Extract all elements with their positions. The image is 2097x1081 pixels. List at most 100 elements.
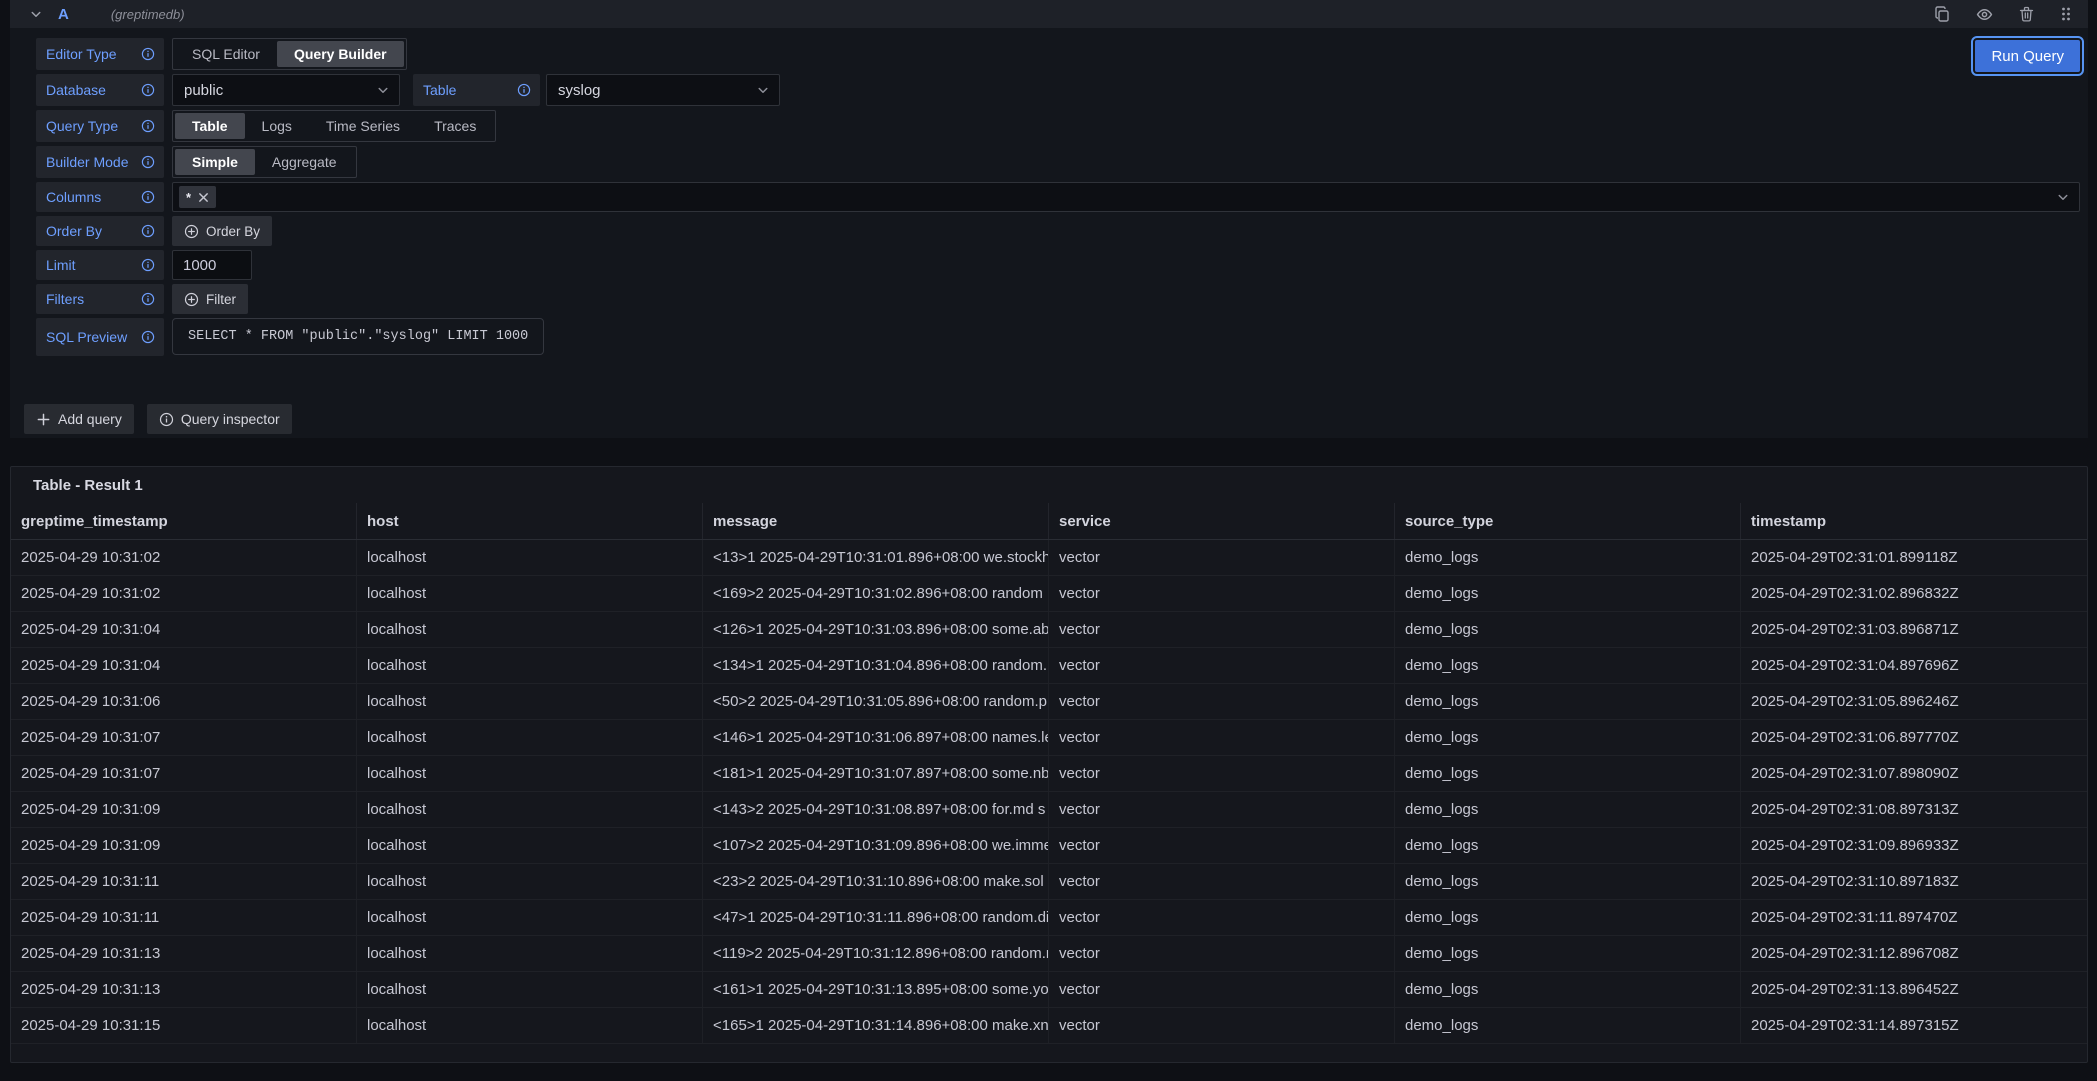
table-cell: localhost bbox=[357, 864, 703, 899]
column-header-message[interactable]: message bbox=[703, 503, 1049, 539]
column-header-timestamp[interactable]: timestamp bbox=[1741, 503, 2087, 539]
table-cell: 2025-04-29T02:31:02.896832Z bbox=[1741, 576, 2087, 611]
column-header-service[interactable]: service bbox=[1049, 503, 1395, 539]
info-icon[interactable] bbox=[141, 155, 155, 169]
table-row: 2025-04-29 10:31:11localhost<23>2 2025-0… bbox=[11, 864, 2087, 900]
panel-title: Table - Result 1 bbox=[11, 467, 2087, 503]
table-cell: 2025-04-29T02:31:08.897313Z bbox=[1741, 792, 2087, 827]
limit-row: Limit bbox=[36, 250, 2080, 280]
info-icon[interactable] bbox=[141, 47, 155, 61]
table-cell: 2025-04-29 10:31:02 bbox=[11, 576, 357, 611]
table-cell: 2025-04-29T02:31:11.897470Z bbox=[1741, 900, 2087, 935]
editor-type-group: SQL Editor Query Builder bbox=[172, 38, 407, 70]
query-type-option-traces[interactable]: Traces bbox=[417, 113, 493, 139]
query-type-label: Query Type bbox=[36, 110, 164, 142]
table-cell: vector bbox=[1049, 540, 1395, 575]
collapse-chevron-icon[interactable] bbox=[30, 8, 42, 20]
table-row: 2025-04-29 10:31:04localhost<126>1 2025-… bbox=[11, 612, 2087, 648]
info-icon[interactable] bbox=[141, 83, 155, 97]
drag-handle-icon[interactable] bbox=[2060, 6, 2072, 22]
column-header-host[interactable]: host bbox=[357, 503, 703, 539]
table-cell: vector bbox=[1049, 1008, 1395, 1043]
table-cell: 2025-04-29T02:31:04.897696Z bbox=[1741, 648, 2087, 683]
table-cell: demo_logs bbox=[1395, 576, 1741, 611]
table-cell: <165>1 2025-04-29T10:31:14.896+08:00 mak… bbox=[703, 1008, 1049, 1043]
info-icon[interactable] bbox=[141, 258, 155, 272]
info-icon[interactable] bbox=[517, 83, 531, 97]
table-cell: demo_logs bbox=[1395, 684, 1741, 719]
table-cell: demo_logs bbox=[1395, 720, 1741, 755]
table-cell: demo_logs bbox=[1395, 1008, 1741, 1043]
add-query-button[interactable]: Add query bbox=[24, 404, 134, 434]
table-row: 2025-04-29 10:31:02localhost<13>1 2025-0… bbox=[11, 540, 2087, 576]
info-icon[interactable] bbox=[141, 119, 155, 133]
column-header-source_type[interactable]: source_type bbox=[1395, 503, 1741, 539]
table-cell: <47>1 2025-04-29T10:31:11.896+08:00 rand… bbox=[703, 900, 1049, 935]
table-cell: demo_logs bbox=[1395, 864, 1741, 899]
query-type-option-table[interactable]: Table bbox=[175, 113, 245, 139]
editor-type-option-sql-editor[interactable]: SQL Editor bbox=[175, 41, 277, 67]
table-row: 2025-04-29 10:31:06localhost<50>2 2025-0… bbox=[11, 684, 2087, 720]
table-cell: vector bbox=[1049, 684, 1395, 719]
datasource-name: (greptimedb) bbox=[111, 7, 185, 22]
query-ref-id[interactable]: A bbox=[58, 6, 69, 23]
database-label: Database bbox=[36, 74, 164, 106]
info-icon[interactable] bbox=[141, 330, 155, 344]
table-cell: 2025-04-29T02:31:06.897770Z bbox=[1741, 720, 2087, 755]
editor-type-label: Editor Type bbox=[36, 38, 164, 70]
table-cell: <161>1 2025-04-29T10:31:13.895+08:00 som… bbox=[703, 972, 1049, 1007]
table-row: 2025-04-29 10:31:04localhost<134>1 2025-… bbox=[11, 648, 2087, 684]
limit-input[interactable] bbox=[172, 250, 252, 280]
table-cell: <126>1 2025-04-29T10:31:03.896+08:00 som… bbox=[703, 612, 1049, 647]
query-type-option-logs[interactable]: Logs bbox=[245, 113, 309, 139]
table-cell: localhost bbox=[357, 612, 703, 647]
table-cell: <13>1 2025-04-29T10:31:01.896+08:00 we.s… bbox=[703, 540, 1049, 575]
table-cell: 2025-04-29T02:31:12.896708Z bbox=[1741, 936, 2087, 971]
remove-chip-icon[interactable] bbox=[198, 192, 209, 203]
filters-label: Filters bbox=[36, 284, 164, 314]
table-cell: vector bbox=[1049, 576, 1395, 611]
table-cell: demo_logs bbox=[1395, 756, 1741, 791]
add-order-by-button[interactable]: Order By bbox=[172, 216, 272, 246]
table-cell: <119>2 2025-04-29T10:31:12.896+08:00 ran… bbox=[703, 936, 1049, 971]
table-cell: 2025-04-29 10:31:07 bbox=[11, 756, 357, 791]
table-row: 2025-04-29 10:31:11localhost<47>1 2025-0… bbox=[11, 900, 2087, 936]
table-cell: localhost bbox=[357, 828, 703, 863]
builder-mode-option-simple[interactable]: Simple bbox=[175, 149, 255, 175]
column-header-greptime_timestamp[interactable]: greptime_timestamp bbox=[11, 503, 357, 539]
columns-label: Columns bbox=[36, 182, 164, 212]
table-row: 2025-04-29 10:31:13localhost<161>1 2025-… bbox=[11, 972, 2087, 1008]
add-filter-button[interactable]: Filter bbox=[172, 284, 248, 314]
table-cell: vector bbox=[1049, 828, 1395, 863]
table-cell: localhost bbox=[357, 684, 703, 719]
table-cell: 2025-04-29 10:31:09 bbox=[11, 828, 357, 863]
info-icon[interactable] bbox=[141, 190, 155, 204]
table-cell: 2025-04-29 10:31:07 bbox=[11, 720, 357, 755]
hide-response-icon[interactable] bbox=[1976, 6, 1993, 23]
plus-icon bbox=[36, 412, 51, 427]
query-type-option-time-series[interactable]: Time Series bbox=[309, 113, 417, 139]
remove-query-icon[interactable] bbox=[2019, 6, 2034, 22]
table-cell: demo_logs bbox=[1395, 972, 1741, 1007]
table-header-row: greptime_timestamphostmessageservicesour… bbox=[11, 503, 2087, 540]
table-cell: 2025-04-29 10:31:11 bbox=[11, 864, 357, 899]
columns-multiselect[interactable]: * bbox=[172, 182, 2080, 212]
query-inspector-button[interactable]: Query inspector bbox=[147, 404, 292, 434]
builder-mode-option-aggregate[interactable]: Aggregate bbox=[255, 149, 354, 175]
sql-preview-code: SELECT * FROM "public"."syslog" LIMIT 10… bbox=[172, 318, 544, 355]
table-cell: <107>2 2025-04-29T10:31:09.896+08:00 we.… bbox=[703, 828, 1049, 863]
table-cell: vector bbox=[1049, 792, 1395, 827]
table-cell: demo_logs bbox=[1395, 648, 1741, 683]
info-icon[interactable] bbox=[141, 224, 155, 238]
table-cell: demo_logs bbox=[1395, 900, 1741, 935]
table-row: 2025-04-29 10:31:09localhost<107>2 2025-… bbox=[11, 828, 2087, 864]
editor-type-row: Editor Type SQL Editor Query Builder bbox=[36, 38, 2080, 70]
duplicate-query-icon[interactable] bbox=[1934, 6, 1950, 22]
table-cell: <181>1 2025-04-29T10:31:07.897+08:00 som… bbox=[703, 756, 1049, 791]
editor-type-option-query-builder[interactable]: Query Builder bbox=[277, 41, 404, 67]
table-select[interactable]: syslog bbox=[546, 74, 780, 106]
database-select[interactable]: public bbox=[172, 74, 400, 106]
table-cell: vector bbox=[1049, 756, 1395, 791]
table-cell: localhost bbox=[357, 756, 703, 791]
info-icon[interactable] bbox=[141, 292, 155, 306]
